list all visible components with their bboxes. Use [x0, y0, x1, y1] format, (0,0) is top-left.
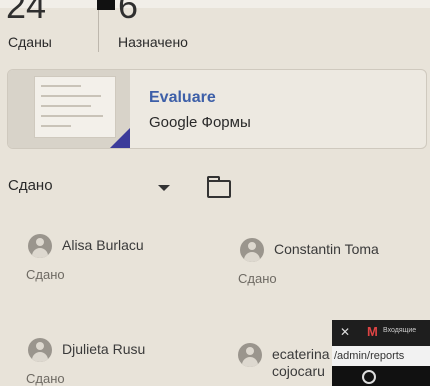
- dropdown-arrow-icon[interactable]: [158, 185, 170, 191]
- attachment-type: Google Формы: [149, 114, 251, 131]
- submitted-count: 24: [6, 0, 47, 26]
- avatar: [240, 238, 264, 262]
- student-status: Сдано: [26, 267, 65, 282]
- form-preview: [34, 76, 116, 138]
- student-name: Djulieta Rusu: [62, 341, 146, 357]
- student-status: Сдано: [26, 371, 65, 386]
- student-name: ecaterina: [272, 346, 330, 362]
- attachment-title[interactable]: Evaluare: [149, 89, 216, 107]
- close-icon[interactable]: ✕: [340, 325, 350, 339]
- browser-overlay: ✕ M Входящие /admin/reports: [332, 320, 430, 386]
- top-bar: [0, 0, 430, 8]
- tab-label: Входящие: [383, 327, 417, 334]
- browser-tab[interactable]: ✕ M Входящие: [332, 320, 430, 346]
- status-filter-dropdown[interactable]: Сдано: [8, 177, 53, 194]
- attachment-thumbnail: [8, 70, 130, 148]
- avatar: [238, 343, 262, 367]
- student-name: Alisa Burlacu: [62, 237, 144, 253]
- folder-icon[interactable]: [207, 176, 231, 198]
- stats-divider: [98, 10, 99, 52]
- gmail-icon: M: [367, 324, 378, 339]
- assigned-count: 6: [118, 0, 139, 26]
- forms-corner-icon: [110, 128, 130, 148]
- assigned-label: Назначено: [118, 34, 188, 50]
- avatar: [28, 338, 52, 362]
- submitted-label: Сданы: [8, 34, 52, 50]
- search-icon: [362, 370, 376, 384]
- address-bar[interactable]: /admin/reports: [332, 346, 430, 366]
- dark-block: [97, 0, 115, 10]
- student-status: Сдано: [238, 271, 277, 286]
- url-text: /admin/reports: [334, 350, 405, 362]
- browser-body: [332, 366, 430, 386]
- attachment-card[interactable]: Evaluare Google Формы: [7, 69, 427, 149]
- student-name: Constantin Toma: [274, 241, 379, 257]
- avatar: [28, 234, 52, 258]
- student-name-line2: cojocaru: [272, 363, 325, 379]
